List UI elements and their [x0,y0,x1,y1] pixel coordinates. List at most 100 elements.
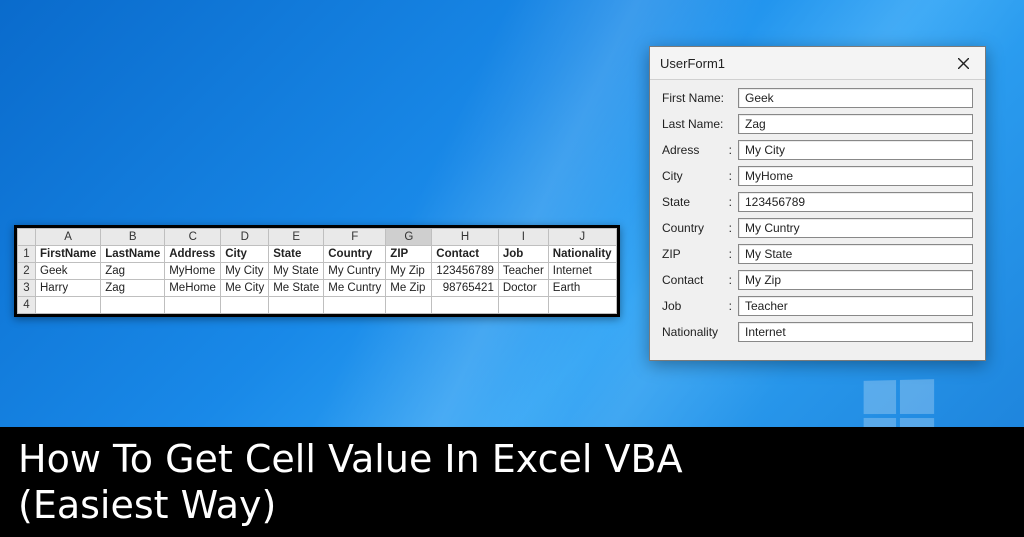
cell[interactable]: LastName [101,246,165,263]
col-letter[interactable]: I [498,229,548,246]
userform-window: UserForm1 First Name: Last Name: Adress:… [649,46,986,361]
nationality-input[interactable] [738,322,973,342]
col-letter[interactable]: E [269,229,324,246]
form-row: First Name: [662,88,973,108]
col-letter[interactable]: J [548,229,616,246]
spreadsheet-table[interactable]: A B C D E F G H I J 1 FirstName LastName… [17,228,617,314]
cell[interactable]: My City [221,263,269,280]
form-label: First Name: [662,91,738,105]
cell[interactable]: Country [324,246,386,263]
cell[interactable]: Contact [432,246,499,263]
state-input[interactable] [738,192,973,212]
cell[interactable]: My Zip [386,263,432,280]
col-letter[interactable]: G [386,229,432,246]
col-letter[interactable]: D [221,229,269,246]
form-label: State: [662,195,738,209]
cell[interactable]: Address [165,246,221,263]
col-letter[interactable]: B [101,229,165,246]
form-row: Job: [662,296,973,316]
col-letter[interactable]: C [165,229,221,246]
row-number[interactable]: 1 [18,246,36,263]
contact-input[interactable] [738,270,973,290]
form-row: Adress: [662,140,973,160]
cell[interactable] [324,297,386,314]
form-label: Country: [662,221,738,235]
cell[interactable]: Nationality [548,246,616,263]
page-title-banner: How To Get Cell Value In Excel VBA (Easi… [0,427,1024,537]
cell[interactable]: Me Zip [386,280,432,297]
job-input[interactable] [738,296,973,316]
userform-title: UserForm1 [660,56,725,71]
form-row: ZIP: [662,244,973,264]
form-row: Contact: [662,270,973,290]
cell[interactable]: MeHome [165,280,221,297]
select-all-cell[interactable] [18,229,36,246]
cell[interactable]: MyHome [165,263,221,280]
cell[interactable] [221,297,269,314]
cell[interactable] [269,297,324,314]
cell[interactable]: State [269,246,324,263]
form-label: Contact: [662,273,738,287]
form-row: Nationality [662,322,973,342]
form-row: Country: [662,218,973,238]
form-label: Nationality [662,325,738,339]
caption-line-2: (Easiest Way) [18,483,1006,529]
form-label: ZIP: [662,247,738,261]
row-number[interactable]: 2 [18,263,36,280]
cell[interactable]: Earth [548,280,616,297]
last-name-input[interactable] [738,114,973,134]
table-row: 2 Geek Zag MyHome My City My State My Cu… [18,263,617,280]
first-name-input[interactable] [738,88,973,108]
table-row: 4 [18,297,617,314]
zip-input[interactable] [738,244,973,264]
cell[interactable]: Job [498,246,548,263]
close-icon [958,58,969,69]
form-label: Last Name: [662,117,738,131]
cell[interactable]: 98765421 [432,280,499,297]
cell[interactable] [386,297,432,314]
cell[interactable]: Internet [548,263,616,280]
row-number[interactable]: 4 [18,297,36,314]
country-input[interactable] [738,218,973,238]
col-letter[interactable]: F [324,229,386,246]
cell[interactable]: FirstName [36,246,101,263]
cell[interactable] [548,297,616,314]
cell[interactable]: My State [269,263,324,280]
excel-sheet-panel: A B C D E F G H I J 1 FirstName LastName… [14,225,620,317]
cell[interactable]: Geek [36,263,101,280]
cell[interactable] [36,297,101,314]
city-input[interactable] [738,166,973,186]
cell[interactable]: Zag [101,263,165,280]
userform-titlebar[interactable]: UserForm1 [650,47,985,80]
cell[interactable]: ZIP [386,246,432,263]
cell[interactable]: My Cuntry [324,263,386,280]
table-row: 3 Harry Zag MeHome Me City Me State Me C… [18,280,617,297]
cell[interactable]: Teacher [498,263,548,280]
column-letters-row: A B C D E F G H I J [18,229,617,246]
cell[interactable]: Me Cuntry [324,280,386,297]
cell[interactable] [101,297,165,314]
cell[interactable]: City [221,246,269,263]
form-label: Job: [662,299,738,313]
cell[interactable]: Doctor [498,280,548,297]
address-input[interactable] [738,140,973,160]
form-row: State: [662,192,973,212]
form-row: Last Name: [662,114,973,134]
caption-line-1: How To Get Cell Value In Excel VBA [18,437,1006,483]
cell[interactable]: 123456789 [432,263,499,280]
form-label: Adress: [662,143,738,157]
cell[interactable]: Me City [221,280,269,297]
cell[interactable]: Zag [101,280,165,297]
form-label: City: [662,169,738,183]
cell[interactable] [165,297,221,314]
col-letter[interactable]: A [36,229,101,246]
row-number[interactable]: 3 [18,280,36,297]
cell[interactable]: Harry [36,280,101,297]
form-row: City: [662,166,973,186]
cell[interactable] [432,297,499,314]
cell[interactable] [498,297,548,314]
col-letter[interactable]: H [432,229,499,246]
table-row: 1 FirstName LastName Address City State … [18,246,617,263]
close-button[interactable] [949,53,977,73]
cell[interactable]: Me State [269,280,324,297]
